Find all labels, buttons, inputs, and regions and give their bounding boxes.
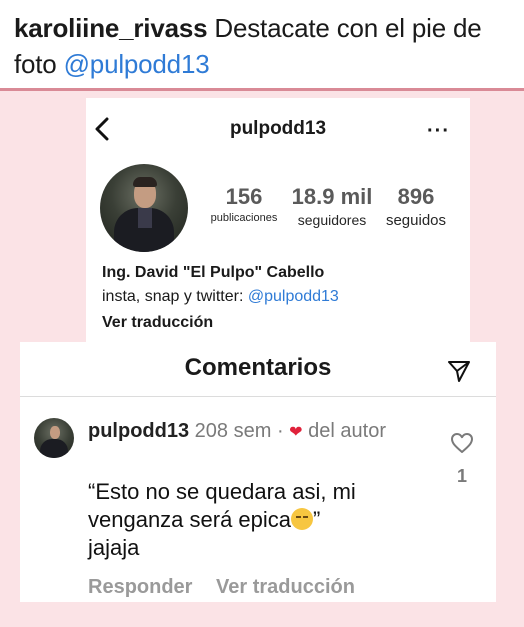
followers-count: 18.9 mil	[291, 184, 373, 209]
comment-actions: Responder Ver traducción	[88, 576, 355, 599]
followers-label: seguidores	[297, 212, 367, 228]
caption-bar: karoliine_rivass Destacate con el pie de…	[0, 0, 524, 91]
comment-username[interactable]: pulpodd13	[88, 420, 189, 442]
stat-followers[interactable]: 18.9 mil seguidores	[286, 184, 378, 228]
caption-username[interactable]: karoliine_rivass	[14, 13, 208, 43]
following-label: seguidos	[385, 212, 447, 229]
send-icon[interactable]	[446, 358, 472, 384]
see-translation-link[interactable]: Ver traducción	[102, 314, 213, 332]
more-options-icon[interactable]: ···	[427, 120, 450, 143]
heart-outline-icon[interactable]	[450, 432, 474, 454]
posts-label: publicaciones	[210, 212, 278, 224]
reply-button[interactable]: Responder	[88, 576, 192, 598]
stat-following[interactable]: 896 seguidos	[376, 184, 456, 229]
unamused-face-emoji-icon	[291, 508, 314, 530]
comments-title: Comentarios	[184, 354, 332, 381]
profile-card: pulpodd13 ··· 156 publicaciones 18.9 mil…	[86, 98, 470, 344]
profile-avatar[interactable]	[100, 164, 188, 252]
caption-text: karoliine_rivass Destacate con el pie de…	[14, 10, 514, 82]
author-tag: del autor	[308, 420, 386, 442]
translate-button[interactable]: Ver traducción	[216, 576, 355, 598]
comment-text: “Esto no se quedara asi, mi venganza ser…	[88, 478, 428, 562]
like-count: 1	[456, 466, 467, 486]
profile-handle: pulpodd13	[229, 118, 327, 139]
bio-name: Ing. David "El Pulpo" Cabello	[102, 264, 325, 281]
author-heart-icon: ❤	[289, 424, 303, 441]
comments-panel: Comentarios pulpodd13 208 sem · ❤ del au…	[20, 342, 496, 602]
caption-mention[interactable]: @pulpodd13	[64, 49, 210, 79]
bio-text-label: insta, snap y twitter:	[102, 288, 244, 305]
comment-text-close: ”	[313, 507, 321, 532]
bio-link[interactable]: @pulpodd13	[248, 288, 339, 305]
bio-text: insta, snap y twitter: @pulpodd13	[102, 288, 339, 306]
comment-text-last: jajaja	[88, 535, 140, 560]
comment-time: 208 sem ·	[194, 420, 284, 442]
stat-posts[interactable]: 156 publicaciones	[198, 184, 290, 224]
comment-avatar[interactable]	[34, 418, 74, 458]
comment-header: pulpodd13 208 sem · ❤ del autor	[88, 418, 428, 446]
posts-count: 156	[225, 184, 263, 209]
comments-divider	[20, 396, 496, 397]
following-count: 896	[397, 184, 435, 209]
